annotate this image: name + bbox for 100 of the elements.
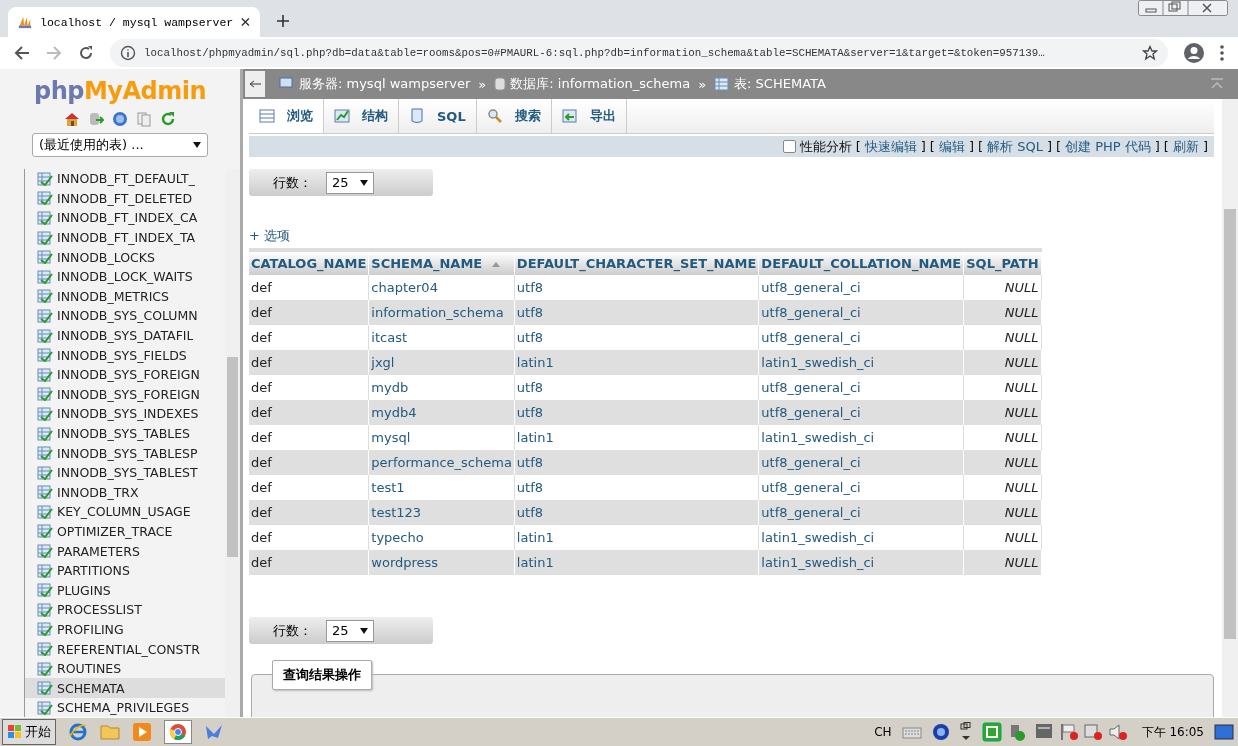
page-scrollbar[interactable] bbox=[1222, 99, 1238, 717]
nav-tab[interactable]: 搜索 bbox=[476, 99, 552, 133]
table-tree-item[interactable]: REFERENTIAL_CONSTR bbox=[25, 639, 225, 659]
address-field[interactable]: localhost/phpmyadmin/sql.php?db=data&table=rooms&pos=0#PMAURL-6:sql.php?db=information_schema&table=SCHEMATA&server=1&target=&token=957139… bbox=[110, 39, 1168, 67]
search-icon bbox=[486, 108, 503, 124]
table-tree-item[interactable]: OPTIMIZER_TRACE bbox=[25, 521, 225, 542]
options-link[interactable]: + 选项 bbox=[249, 227, 291, 245]
table-cell: utf8_general_ci bbox=[758, 300, 964, 325]
column-header[interactable]: DEFAULT_CHARACTER_SET_NAME bbox=[514, 250, 759, 275]
table-tree-item[interactable]: SCHEMATA bbox=[25, 678, 225, 699]
nav-tab[interactable]: 导出 bbox=[551, 99, 627, 133]
breadcrumb-link[interactable]: 服务器: mysql wampserver bbox=[299, 75, 471, 93]
back-icon[interactable] bbox=[14, 45, 30, 61]
table-icon bbox=[37, 348, 53, 363]
clock[interactable]: 下午 16:05 bbox=[1141, 723, 1204, 741]
phpmyadmin-logo[interactable]: phpMyAdmin bbox=[33, 77, 207, 105]
column-header[interactable]: SQL_PATH bbox=[963, 250, 1042, 275]
language-indicator[interactable]: CH bbox=[874, 725, 892, 739]
table-tree-item[interactable]: KEY_COLUMN_USAGE bbox=[25, 502, 225, 522]
window-switch-icon[interactable] bbox=[959, 722, 972, 742]
toolbar-link[interactable]: 刷新 bbox=[1172, 137, 1199, 156]
home-icon[interactable] bbox=[64, 111, 80, 127]
table-tree-item[interactable]: PROCESSLIST bbox=[25, 600, 225, 620]
taskbar-button[interactable] bbox=[164, 720, 192, 744]
table-tree-item[interactable]: INNODB_SYS_DATAFIL bbox=[25, 325, 225, 346]
browser-tab[interactable]: localhost / mysql wampserver bbox=[8, 7, 260, 37]
table-tree-item[interactable]: INNODB_SYS_TABLEST bbox=[25, 462, 225, 483]
recent-tables-select[interactable]: (最近使用的表) ... bbox=[32, 133, 208, 157]
table-tree-item[interactable]: INNODB_FT_DEFAULT_ bbox=[25, 169, 225, 189]
table-tree-item[interactable]: INNODB_FT_INDEX_TA bbox=[25, 227, 225, 248]
table-cell: latin1_swedish_ci bbox=[758, 525, 964, 550]
table-icon bbox=[37, 269, 53, 284]
new-tab-icon[interactable] bbox=[276, 14, 290, 28]
server-icon bbox=[279, 77, 295, 91]
column-header[interactable]: SCHEMA_NAME bbox=[368, 250, 515, 275]
table-tree-item[interactable]: INNODB_TRX bbox=[25, 482, 225, 503]
table-icon bbox=[37, 661, 53, 676]
close-icon[interactable] bbox=[241, 17, 250, 27]
table-cell: jxgl bbox=[368, 350, 515, 375]
toolbar-link[interactable]: 快速编辑 bbox=[864, 137, 917, 156]
start-button[interactable]: 开始 bbox=[2, 719, 56, 745]
collapse-top-icon[interactable] bbox=[1210, 78, 1224, 90]
database-exit-icon[interactable] bbox=[88, 111, 104, 127]
profiling-checkbox[interactable] bbox=[782, 140, 796, 153]
table-tree-item[interactable]: ROUTINES bbox=[25, 658, 225, 679]
row-count-select[interactable]: 25 bbox=[326, 619, 374, 642]
row-count-select[interactable]: 25 bbox=[326, 171, 374, 194]
breadcrumb-link[interactable]: 数据库: information_schema bbox=[510, 75, 691, 93]
help-icon[interactable] bbox=[931, 723, 950, 741]
table-cell: latin1 bbox=[514, 425, 759, 450]
table-tree-item[interactable]: INNODB_SYS_FIELDS bbox=[25, 345, 225, 365]
table-tree-item[interactable]: INNODB_SYS_FOREIGN bbox=[25, 364, 225, 385]
menu-icon[interactable] bbox=[1220, 45, 1224, 61]
table-tree-item[interactable]: PARAMETERS bbox=[25, 541, 225, 561]
table-cell: NULL bbox=[963, 400, 1042, 425]
show-desktop-icon[interactable] bbox=[1214, 724, 1234, 740]
forward-icon[interactable] bbox=[46, 45, 62, 61]
table-tree-item[interactable]: INNODB_SYS_TABLES bbox=[25, 423, 225, 444]
breadcrumb-link[interactable]: 表: SCHEMATA bbox=[734, 75, 826, 93]
table-tree-item[interactable]: INNODB_FT_DELETED bbox=[25, 188, 225, 209]
table-tree-item[interactable]: INNODB_SYS_TABLESP bbox=[25, 443, 225, 463]
bracket: [ bbox=[1055, 139, 1062, 154]
bracket: ] bbox=[1202, 139, 1208, 154]
toolbar-link[interactable]: 创建 PHP 代码 bbox=[1065, 137, 1151, 156]
table-tree-item[interactable]: PARTITIONS bbox=[25, 560, 225, 581]
browser-e-icon[interactable] bbox=[68, 722, 88, 742]
table-cell: NULL bbox=[963, 300, 1042, 325]
table-icon bbox=[37, 544, 53, 559]
window-controls[interactable] bbox=[1138, 0, 1228, 16]
column-header[interactable]: CATALOG_NAME bbox=[249, 250, 369, 275]
table-cell: mydb bbox=[368, 375, 515, 400]
table-tree-item[interactable]: PLUGINS bbox=[25, 580, 225, 601]
row-count-label: 行数： bbox=[273, 621, 312, 640]
nav-tab[interactable]: SQL bbox=[399, 99, 477, 133]
help-icon[interactable] bbox=[112, 111, 128, 127]
refresh-icon[interactable] bbox=[160, 111, 176, 127]
table-tree-item[interactable]: INNODB_SYS_FOREIGN bbox=[25, 384, 225, 405]
dropdown-caret-icon bbox=[193, 142, 201, 148]
chart-icon bbox=[334, 108, 350, 124]
toolbar-link[interactable]: 解析 SQL bbox=[987, 137, 1043, 156]
table-tree-item[interactable]: SCHEMA_PRIVILEGES bbox=[25, 698, 225, 717]
media-player-icon[interactable] bbox=[132, 722, 152, 742]
account-icon[interactable] bbox=[1184, 43, 1204, 63]
table-tree-item[interactable]: INNODB_FT_INDEX_CA bbox=[25, 208, 225, 228]
table-tree-item[interactable]: INNODB_LOCK_WAITS bbox=[25, 266, 225, 287]
nav-tab[interactable]: 结构 bbox=[324, 99, 399, 133]
info-icon bbox=[120, 45, 136, 61]
star-icon[interactable] bbox=[1142, 45, 1158, 61]
documents-icon[interactable] bbox=[136, 111, 152, 127]
table-tree-item[interactable]: INNODB_LOCKS bbox=[25, 247, 225, 267]
reload-icon[interactable] bbox=[78, 45, 94, 61]
table-tree-item[interactable]: INNODB_SYS_INDEXES bbox=[25, 404, 225, 424]
toolbar-link[interactable]: 编辑 bbox=[938, 137, 965, 156]
column-header[interactable]: DEFAULT_COLLATION_NAME bbox=[758, 250, 964, 275]
table-tree-item[interactable]: INNODB_SYS_COLUMN bbox=[25, 306, 225, 326]
table-cell: itcast bbox=[368, 325, 515, 350]
table-tree-item[interactable]: INNODB_METRICS bbox=[25, 286, 225, 307]
table-cell: NULL bbox=[963, 325, 1042, 350]
nav-tab[interactable]: 浏览 bbox=[249, 99, 324, 133]
table-tree-item[interactable]: PROFILING bbox=[25, 619, 225, 640]
